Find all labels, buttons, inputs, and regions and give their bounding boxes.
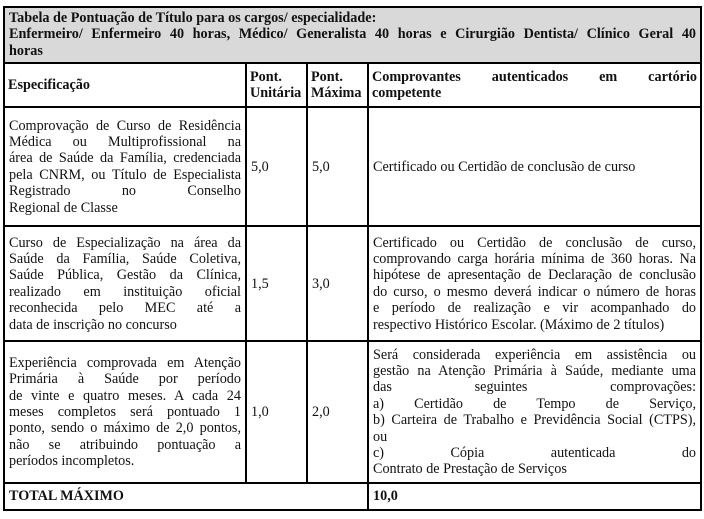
title-line-3: horas (9, 42, 43, 59)
title-line-2: Enfermeiro/ Enfermeiro 40 horas, Médico/… (9, 26, 697, 43)
proof-line: comprovando carga horária mínima de 360 … (373, 250, 697, 267)
spec-line: ponto, sendo o máximo de 2,0 pontos, (9, 420, 241, 437)
row-proof: Certificado ou Certidão de conclusão de … (366, 106, 703, 228)
spec-line: data de inscrição no concurso (9, 316, 177, 333)
table-title-row: Tabela de Pontuação de Título para os ca… (2, 5, 703, 65)
spec-line: Experiência comprovada em Atenção (9, 354, 241, 371)
row-proof: Será considerada experiência em assistên… (366, 340, 703, 485)
header-max-line2: Máxima (311, 85, 362, 102)
row-unit-points: 5,0 (245, 106, 308, 228)
spec-line: Curso de Especialização na área da (9, 234, 241, 251)
header-unit-line1: Pont. (250, 68, 282, 85)
spec-line: meses completos será pontuado 1 (9, 404, 241, 421)
title-line-1: Tabela de Pontuação de Título para os ca… (9, 10, 377, 26)
spec-line: pela CNRM, ou Título de Especialista (9, 166, 241, 183)
total-row: TOTAL MÁXIMO 10,0 (3, 482, 703, 511)
header-max-points: Pont. Máxima (306, 62, 369, 109)
row-specification: Curso de Especialização na área da Saúde… (3, 225, 247, 343)
table-title: Tabela de Pontuação de Título para os ca… (2, 5, 703, 65)
spec-line: não se atribuindo pontuação a (9, 436, 241, 453)
spec-line: Primária à Saúde por período (9, 371, 241, 388)
total-value: 10,0 (366, 482, 703, 511)
score-table-document: Tabela de Pontuação de Título para os ca… (2, 5, 703, 511)
spec-line: de vinte e quatro meses. A cada 24 (9, 387, 241, 404)
spec-line: Médica ou Multiprofissional na (9, 133, 241, 150)
header-max-line1: Pont. (311, 68, 343, 85)
total-label: TOTAL MÁXIMO (3, 482, 369, 511)
header-proof-line2: competente (372, 85, 442, 102)
spec-line: Regional de Classe (9, 199, 118, 216)
table-row: Curso de Especialização na área da Saúde… (3, 225, 703, 343)
row-max-points: 3,0 (306, 225, 369, 343)
proof-line: Certificado ou Certidão de conclusão de … (373, 158, 636, 175)
score-table: Tabela de Pontuação de Título para os ca… (2, 5, 703, 511)
proof-line: hipótese de apresentação de Declaração d… (373, 267, 697, 284)
row-max-points: 2,0 (306, 340, 369, 485)
spec-line: Saúde Pública, Gestão da Clínica, (9, 267, 241, 284)
proof-line: gestão na Atenção Primária à Saúde, medi… (373, 363, 697, 379)
proof-line: c) Cópia autenticada do (373, 445, 697, 462)
spec-line: Registrado no Conselho (9, 183, 241, 200)
table-row: Experiência comprovada em Atenção Primár… (3, 340, 703, 485)
spec-line: reconhecida pelo MEC até a (9, 300, 241, 317)
row-max-points: 5,0 (306, 106, 369, 228)
header-unit-line2: Unitária (250, 85, 302, 102)
header-unit-points: Pont. Unitária (245, 62, 308, 109)
row-specification: Experiência comprovada em Atenção Primár… (3, 340, 247, 485)
proof-line: b) Carteira de Trabalho e Previdência So… (373, 412, 697, 429)
header-proof-line1: Comprovantes autenticados em cartório (372, 68, 698, 85)
row-proof: Certificado ou Certidão de conclusão de … (366, 225, 703, 343)
column-header-row: Especificação Pont. Unitária Pont. Máxim… (3, 62, 703, 109)
spec-line: períodos incompletos. (9, 453, 135, 470)
table-row: Comprovação de Curso de Residência Médic… (3, 106, 703, 228)
row-specification: Comprovação de Curso de Residência Médic… (3, 106, 247, 228)
proof-line: Será considerada experiência em assistên… (373, 346, 697, 363)
header-specification: Especificação (3, 62, 247, 109)
row-unit-points: 1,5 (245, 225, 308, 343)
row-unit-points: 1,0 (245, 340, 308, 485)
proof-line: a) Certidão de Tempo de Serviço, (373, 395, 697, 412)
proof-line: ou (373, 428, 388, 445)
proof-line: Certificado ou Certidão de conclusão de … (373, 234, 697, 251)
proof-line: Contrato de Prestação de Serviços (373, 461, 567, 478)
spec-line: Saúde da Família, Saúde Coletiva, (9, 250, 241, 267)
proof-line: do curso, o mesmo deverá indicar o númer… (373, 283, 697, 300)
spec-line: área de Saúde da Família, credenciada (9, 150, 241, 167)
header-proof-documents: Comprovantes autenticados em cartório co… (366, 62, 703, 109)
proof-line: e período de realização e vir acompanhad… (373, 300, 697, 317)
spec-line: Comprovação de Curso de Residência (9, 117, 241, 134)
proof-line: respectivo Histórico Escolar. (Máximo de… (373, 316, 665, 333)
proof-line: das seguintes comprovações: (373, 379, 697, 396)
spec-line: realizado em instituição oficial (9, 283, 241, 300)
